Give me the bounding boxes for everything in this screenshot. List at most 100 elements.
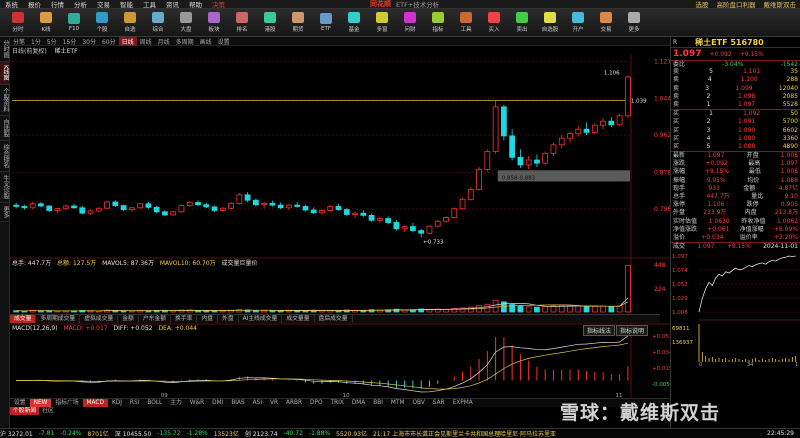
indicator-tab-9[interactable]: DMI	[208, 399, 227, 407]
toolbar-button-12[interactable]: 基金	[340, 10, 368, 36]
indicator-tab-10[interactable]: BIAS	[227, 399, 248, 407]
candle-body-69[interactable]	[583, 128, 590, 133]
candle-body-28[interactable]	[244, 194, 251, 201]
left-tab-5[interactable]: 牛叉诊股	[0, 172, 10, 203]
toolbar-button-17[interactable]: 买入	[480, 10, 508, 36]
indicator-line-button[interactable]: 指标线法	[583, 325, 616, 336]
menu-right-3[interactable]: 戴维斯双击	[760, 0, 800, 9]
left-tab-1[interactable]: K线图	[0, 62, 10, 85]
menu-tools[interactable]: 工具	[138, 0, 161, 9]
candle-body-40[interactable]	[343, 209, 350, 215]
candle-body-45[interactable]	[385, 218, 392, 223]
candle-body-43[interactable]	[368, 214, 375, 221]
indicator-tab-2[interactable]: 指标广场	[51, 399, 82, 407]
candle-body-29[interactable]	[252, 199, 259, 206]
candle-body-7[interactable]	[71, 205, 77, 209]
candle-body-4[interactable]	[46, 205, 53, 211]
news-tab-0[interactable]: 个股新闻	[10, 407, 40, 415]
period-3[interactable]: 15分	[60, 37, 80, 46]
vol-tab-1[interactable]: 多周期成交量	[36, 315, 81, 323]
menu-decision[interactable]: 决策	[207, 0, 230, 9]
left-tab-6[interactable]: 更多	[0, 203, 10, 222]
indicator-tab-14[interactable]: DPO	[306, 399, 327, 407]
menu-help[interactable]: 帮助	[184, 0, 207, 9]
intraday-mini-chart[interactable]: 1.097 1.074 1.052 1.029 1.008 69811 136937 0 34 1	[671, 250, 800, 368]
toolbar-button-18[interactable]: 卖出	[508, 10, 536, 36]
candle-body-65[interactable]	[550, 144, 557, 154]
indicator-tab-17[interactable]: BBI	[369, 399, 387, 407]
news-ticker[interactable]: 21:17 上海市市长龚正会见斯里兰卡共和国总理哈里尼·阿马拉苏里亚	[373, 429, 556, 438]
candle-body-60[interactable]	[509, 135, 516, 158]
candle-body-31[interactable]	[269, 202, 276, 206]
period-11[interactable]: 设置	[215, 37, 233, 46]
candle-body-0[interactable]	[13, 204, 20, 207]
candle-body-41[interactable]	[352, 212, 358, 215]
candle-body-42[interactable]	[360, 212, 367, 216]
candle-body-17[interactable]	[153, 206, 160, 213]
toolbar-button-9[interactable]: 港股	[256, 10, 284, 36]
indicator-tab-5[interactable]: RSI	[126, 399, 143, 407]
candle-body-44[interactable]	[376, 218, 383, 221]
candle-body-12[interactable]	[112, 201, 119, 206]
vol-tab-8[interactable]: AI主线成交量	[239, 315, 283, 323]
menu-system[interactable]: 系统	[0, 0, 23, 9]
menu-news[interactable]: 资讯	[161, 0, 184, 9]
candle-body-58[interactable]	[492, 106, 499, 152]
left-tab-0[interactable]: 分时图	[0, 37, 10, 62]
toolbar-button-14[interactable]: 问财	[396, 10, 424, 36]
candle-body-74[interactable]	[624, 76, 631, 117]
candle-body-26[interactable]	[228, 202, 234, 209]
candle-body-13[interactable]	[120, 205, 127, 210]
indicator-tab-20[interactable]: SAR	[429, 399, 449, 407]
toolbar-button-7[interactable]: 板块	[200, 10, 228, 36]
toolbar-button-15[interactable]: 指标	[424, 10, 452, 36]
candle-body-20[interactable]	[178, 205, 185, 213]
toolbar-button-4[interactable]: 自选	[116, 10, 144, 36]
toolbar-button-2[interactable]: F10	[60, 10, 88, 36]
vol-tab-10[interactable]: 盘后成交量	[315, 315, 353, 323]
indicator-tab-16[interactable]: DMA	[348, 399, 369, 407]
indicator-tab-21[interactable]: EXPMA	[449, 399, 477, 407]
menu-market[interactable]: 行情	[46, 0, 69, 9]
candle-body-66[interactable]	[558, 137, 565, 146]
toolbar-button-11[interactable]: ETF	[312, 10, 340, 36]
candle-body-30[interactable]	[261, 202, 268, 206]
toolbar-button-0[interactable]: 分时	[4, 10, 32, 36]
candle-body-1[interactable]	[21, 206, 28, 209]
candle-body-59[interactable]	[500, 106, 507, 137]
candle-body-73[interactable]	[616, 115, 623, 126]
left-tab-2[interactable]: 个股资料	[0, 85, 10, 116]
main-chart[interactable]: 1.127 1.044 0.962 0.878 0.796 1.106 1.039 ←0.73…	[10, 54, 670, 398]
panel-r-icon[interactable]: R	[673, 39, 677, 46]
indicator-tab-4[interactable]: KDJ	[108, 399, 126, 407]
period-0[interactable]: 分笔	[10, 37, 28, 46]
indicator-tab-6[interactable]: BOLL	[143, 399, 166, 407]
candle-body-64[interactable]	[542, 152, 549, 164]
menu-quote[interactable]: 报价	[23, 0, 46, 9]
candle-body-63[interactable]	[534, 159, 540, 164]
candle-body-52[interactable]	[443, 217, 449, 222]
indicator-tab-3[interactable]: MACD	[82, 399, 108, 407]
toolbar-button-22[interactable]: 更多	[620, 10, 648, 36]
menu-analysis[interactable]: 分析	[69, 0, 92, 9]
indicator-help-button[interactable]: 指标说明	[616, 325, 649, 336]
toolbar-button-16[interactable]: 工具	[452, 10, 480, 36]
indicator-tab-8[interactable]: W&R	[186, 399, 208, 407]
candle-body-68[interactable]	[575, 128, 582, 135]
candle-body-47[interactable]	[401, 226, 408, 230]
sz-index[interactable]: 深 10455.50	[115, 429, 152, 438]
candle-body-54[interactable]	[459, 198, 466, 210]
candle-body-18[interactable]	[162, 211, 168, 216]
vol-tab-3[interactable]: 金额	[118, 315, 139, 323]
candle-body-14[interactable]	[128, 207, 135, 210]
candle-body-57[interactable]	[484, 151, 491, 170]
candle-body-71[interactable]	[600, 120, 606, 126]
vol-tab-5[interactable]: 换手率	[171, 315, 198, 323]
toolbar-button-8[interactable]: 排名	[228, 10, 256, 36]
candle-body-38[interactable]	[327, 206, 334, 211]
period-5[interactable]: 60分	[99, 37, 119, 46]
candle-body-5[interactable]	[54, 208, 61, 211]
candle-body-27[interactable]	[236, 194, 243, 204]
left-tab-4[interactable]: 综合排名	[0, 141, 10, 172]
menu-right-2[interactable]: 高阶盘口利器	[713, 0, 760, 9]
